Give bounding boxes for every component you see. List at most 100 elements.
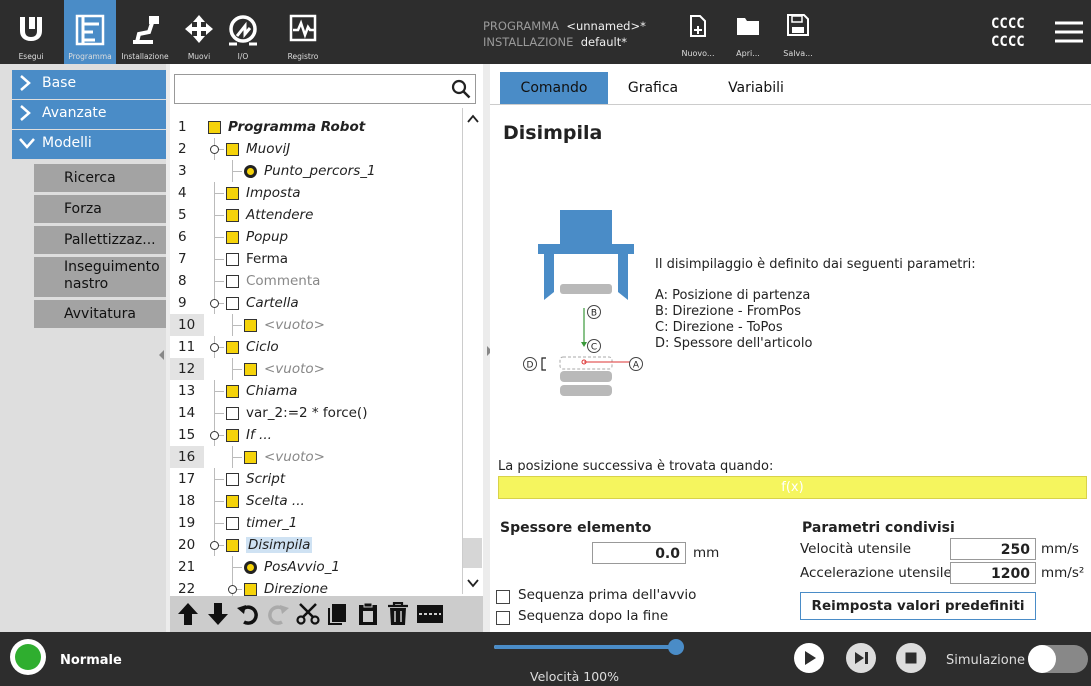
nav-item-screwdriving[interactable]: Avvitatura bbox=[34, 300, 166, 328]
tree-row[interactable]: 4 Imposta bbox=[170, 182, 460, 204]
expand-collapse-icon[interactable] bbox=[210, 343, 219, 352]
tree-row-label: Popup bbox=[246, 229, 289, 245]
next-position-label: La posizione successiva è trovata quando… bbox=[498, 459, 774, 474]
tree-connector bbox=[232, 457, 242, 458]
scroll-up-icon[interactable] bbox=[467, 114, 479, 124]
tree-row[interactable]: 13 Chiama bbox=[170, 380, 460, 402]
expand-collapse-icon[interactable] bbox=[210, 145, 219, 154]
tree-row[interactable]: 11 Ciclo bbox=[170, 336, 460, 358]
tree-row[interactable]: 7 Ferma bbox=[170, 248, 460, 270]
simulation-toggle[interactable] bbox=[1028, 645, 1088, 673]
step-button[interactable] bbox=[846, 643, 876, 673]
reset-defaults-button[interactable]: Reimposta valori predefiniti bbox=[800, 592, 1036, 620]
tree-row[interactable]: 12 <vuoto> bbox=[170, 358, 325, 380]
robot-status-indicator[interactable] bbox=[10, 639, 46, 675]
search-icon[interactable] bbox=[451, 79, 471, 99]
save-program-button[interactable]: Salva... bbox=[776, 0, 820, 64]
redo-icon[interactable] bbox=[266, 602, 290, 626]
hamburger-menu-icon[interactable] bbox=[1054, 20, 1084, 44]
scroll-thumb[interactable] bbox=[463, 538, 482, 568]
speed-slider[interactable] bbox=[494, 639, 684, 655]
stop-button[interactable] bbox=[896, 643, 926, 673]
nav-log-button[interactable]: Registro bbox=[280, 0, 326, 64]
tab-command[interactable]: Comando bbox=[500, 72, 608, 104]
thickness-input[interactable]: 0.0 bbox=[592, 542, 686, 564]
new-program-button[interactable]: Nuovo... bbox=[676, 0, 720, 64]
open-program-button[interactable]: Apri... bbox=[726, 0, 770, 64]
scroll-down-icon[interactable] bbox=[467, 578, 479, 588]
move-up-icon[interactable] bbox=[176, 602, 200, 626]
collapse-left-icon[interactable] bbox=[158, 349, 166, 361]
robot-status-text: Normale bbox=[60, 653, 122, 668]
nav-io-button[interactable]: I/O bbox=[222, 0, 264, 64]
nav-item-force[interactable]: Forza bbox=[34, 195, 166, 223]
tree-row[interactable]: 18 Scelta ... bbox=[170, 490, 460, 512]
nav-item-conveyor-tracking[interactable]: Inseguimento nastro bbox=[34, 257, 166, 297]
delete-icon[interactable] bbox=[386, 602, 410, 626]
nav-item-palletizing[interactable]: Pallettizzaz... bbox=[34, 226, 166, 254]
nav-move-button[interactable]: Muovi bbox=[178, 0, 220, 64]
tree-row[interactable]: 17 Script bbox=[170, 468, 460, 490]
tree-row[interactable]: 5 Attendere bbox=[170, 204, 460, 226]
loop-icon bbox=[226, 341, 239, 354]
sequence-before-checkbox[interactable] bbox=[496, 590, 510, 604]
nav-program-button[interactable]: Programma bbox=[64, 0, 116, 64]
tree-connector bbox=[214, 413, 224, 414]
user-code-1: CCCC bbox=[991, 16, 1025, 32]
tool-speed-input[interactable]: 250 bbox=[950, 538, 1036, 560]
nav-item-search[interactable]: Ricerca bbox=[34, 164, 166, 192]
nav-section-base[interactable]: Base bbox=[12, 70, 166, 99]
nav-run-button[interactable]: Esegui bbox=[8, 0, 54, 64]
tool-accel-input[interactable]: 1200 bbox=[950, 562, 1036, 584]
destack-icon bbox=[226, 539, 239, 552]
play-button[interactable] bbox=[794, 643, 824, 673]
tree-row-number: 22 bbox=[178, 581, 196, 597]
nav-section-templates[interactable]: Modelli bbox=[12, 130, 166, 159]
tree-row[interactable]: 19 timer_1 bbox=[170, 512, 460, 534]
tree-row-number: 3 bbox=[178, 163, 187, 179]
tree-search-box[interactable] bbox=[174, 74, 476, 104]
ur-logo-icon bbox=[20, 17, 42, 41]
tree-scrollbar[interactable] bbox=[462, 108, 482, 594]
tree-row[interactable]: 16 <vuoto> bbox=[170, 446, 325, 468]
expand-collapse-icon[interactable] bbox=[228, 585, 237, 594]
move-down-icon[interactable] bbox=[206, 602, 230, 626]
expand-collapse-icon[interactable] bbox=[210, 431, 219, 440]
tree-row-label: PosAvvio_1 bbox=[264, 559, 340, 575]
nav-installation-button[interactable]: Installazione bbox=[118, 0, 172, 64]
cut-icon[interactable] bbox=[296, 602, 320, 626]
tree-row[interactable]: 15 If ... bbox=[170, 424, 460, 446]
tree-row[interactable]: 8 Commenta bbox=[170, 270, 460, 292]
tree-row[interactable]: 3 Punto_percors_1 bbox=[170, 160, 460, 182]
simulation-label: Simulazione bbox=[946, 653, 1025, 668]
tree-row[interactable]: 6 Popup bbox=[170, 226, 460, 248]
empty-icon bbox=[244, 451, 257, 464]
tree-row[interactable]: 21 PosAvvio_1 bbox=[170, 556, 460, 578]
tab-graphics[interactable]: Grafica bbox=[614, 72, 692, 104]
move-arrows-icon bbox=[185, 15, 213, 43]
undo-icon[interactable] bbox=[236, 602, 260, 626]
tab-variables[interactable]: Variabili bbox=[716, 72, 796, 104]
speed-slider-handle[interactable] bbox=[668, 639, 684, 655]
tree-row-number: 7 bbox=[178, 251, 187, 267]
tree-row[interactable]: 1 Programma Robot bbox=[170, 116, 460, 138]
assignment-icon bbox=[226, 407, 239, 420]
suppress-icon[interactable] bbox=[416, 602, 444, 626]
expand-collapse-icon[interactable] bbox=[210, 541, 219, 550]
tree-row-number: 5 bbox=[178, 207, 187, 223]
tree-row[interactable]: 9 Cartella bbox=[170, 292, 460, 314]
copy-icon[interactable] bbox=[326, 602, 350, 626]
paste-icon[interactable] bbox=[356, 602, 380, 626]
sequence-after-checkbox[interactable] bbox=[496, 611, 510, 625]
tree-row[interactable]: 14 var_2:=2 * force() bbox=[170, 402, 460, 424]
expression-field[interactable]: f(x) bbox=[498, 476, 1087, 499]
hourglass-icon bbox=[226, 209, 239, 222]
footer-bar: Normale Velocità 100% Simulazione bbox=[0, 632, 1091, 686]
tree-row[interactable]: 20 Disimpila bbox=[170, 534, 460, 556]
tree-row[interactable]: 10 <vuoto> bbox=[170, 314, 325, 336]
expand-collapse-icon[interactable] bbox=[210, 299, 219, 308]
tree-row[interactable]: 2 MuoviJ bbox=[170, 138, 460, 160]
folder-icon bbox=[226, 297, 239, 310]
tree-row-label: Ciclo bbox=[246, 339, 279, 355]
nav-section-advanced[interactable]: Avanzate bbox=[12, 100, 166, 129]
